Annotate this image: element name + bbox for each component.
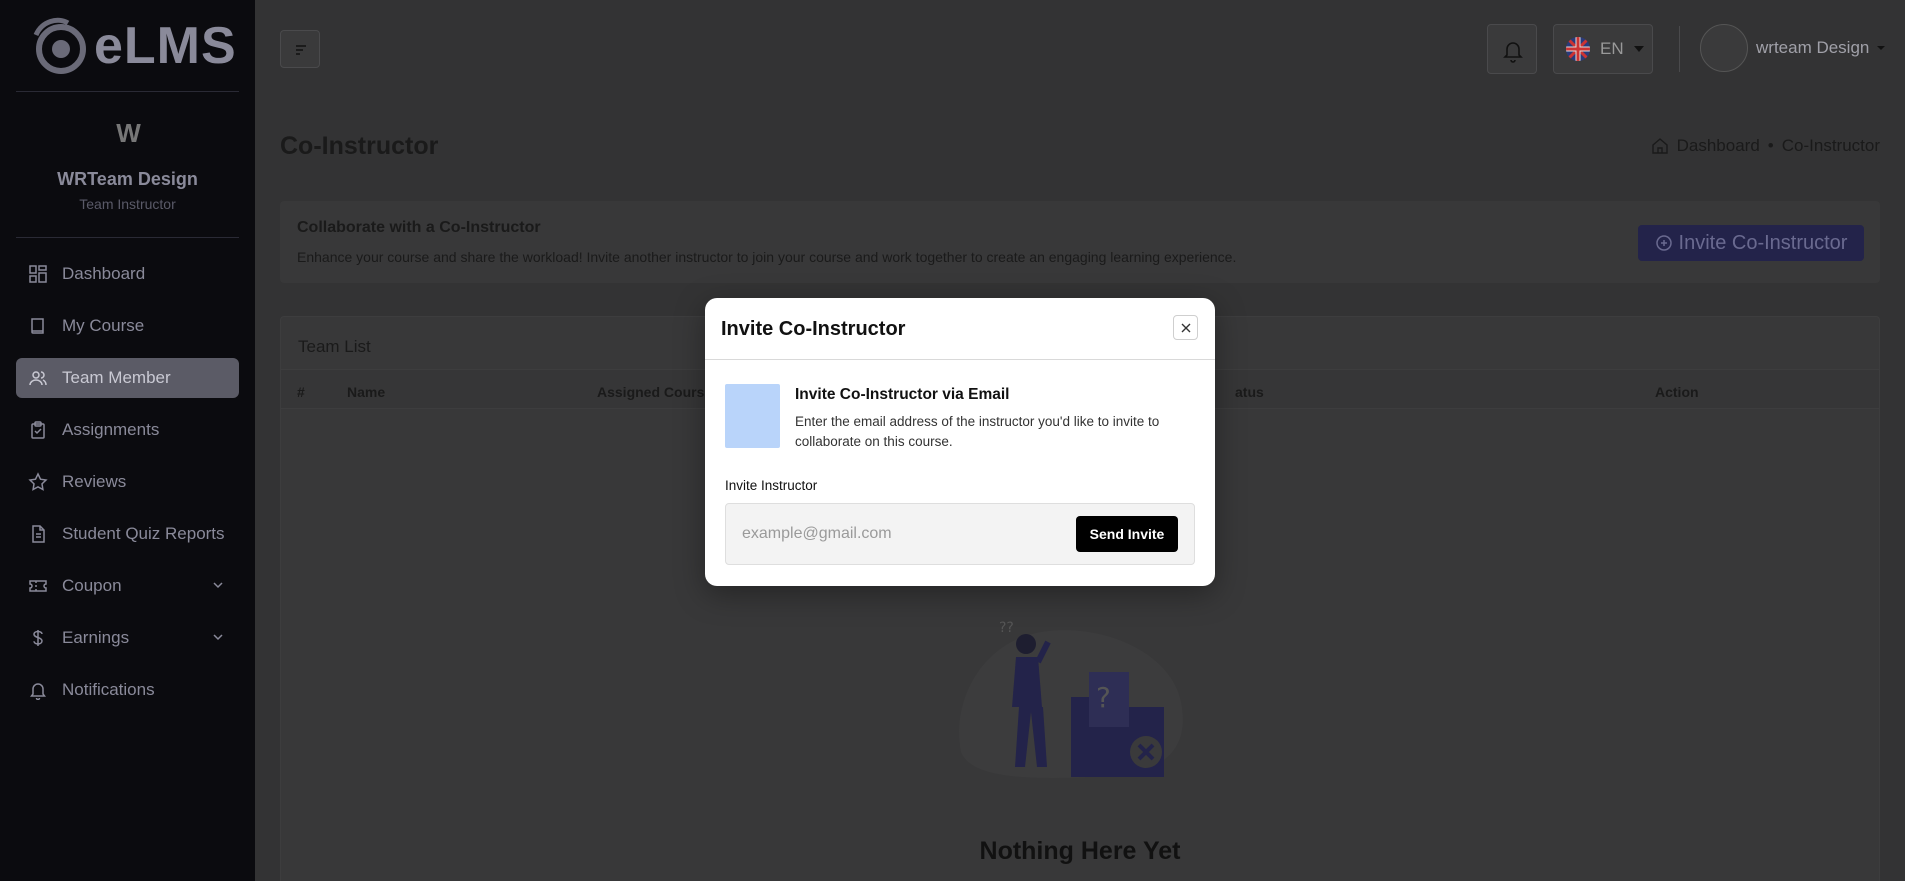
breadcrumb-current: Co-Instructor — [1781, 136, 1880, 155]
dollar-icon — [33, 630, 43, 646]
close-icon — [1181, 323, 1190, 332]
sidebar-item-assignments[interactable]: Assignments — [16, 410, 239, 450]
email-input[interactable] — [727, 505, 1047, 563]
info-description: Enter the email address of the instructo… — [795, 414, 1160, 449]
sidebar-nav: Dashboard My Course Team Member Assignme… — [0, 238, 255, 710]
sidebar-item-earnings[interactable]: Earnings — [16, 618, 239, 658]
collaborate-title: Collaborate with a Co-Instructor — [297, 219, 541, 236]
plus-circle-icon — [1655, 235, 1672, 251]
invite-co-instructor-modal: Invite Co-Instructor Invite Co-Instructo… — [705, 298, 1215, 586]
sidebar-item-label: Team Member — [62, 368, 171, 387]
empty-state-title: Nothing Here Yet — [979, 837, 1181, 865]
notifications-button[interactable] — [1487, 24, 1537, 74]
column-header-status: atus — [1235, 384, 1264, 400]
breadcrumb: Dashboard • Co-Instructor — [1651, 136, 1880, 156]
language-code: EN — [1600, 39, 1624, 58]
sidebar-item-label: Assignments — [62, 420, 160, 439]
profile-logo: W — [116, 118, 141, 148]
email-illustration — [725, 384, 780, 448]
modal-header: Invite Co-Instructor — [705, 298, 1215, 360]
sidebar-item-coupon[interactable]: Coupon — [16, 566, 239, 606]
caret-down-icon — [1633, 46, 1644, 52]
team-list-title: Team List — [298, 337, 371, 356]
topbar-divider — [1679, 26, 1680, 72]
sidebar: eLMS W WRTeam Design Team Instructor Das… — [0, 0, 255, 881]
home-icon — [1651, 138, 1668, 154]
breadcrumb-separator: • — [1767, 136, 1774, 155]
chevron-down-icon — [213, 582, 223, 589]
sidebar-item-label: Student Quiz Reports — [62, 524, 225, 543]
profile-name: WRTeam Design — [57, 169, 198, 189]
user-menu[interactable]: wrteam Design — [1700, 24, 1887, 72]
column-header-name: Name — [347, 384, 386, 400]
chevron-down-icon — [213, 634, 223, 641]
send-invite-button[interactable]: Send Invite — [1076, 516, 1178, 552]
sidebar-item-student-quiz-reports[interactable]: Student Quiz Reports — [16, 514, 239, 554]
email-field-group: Send Invite — [725, 503, 1195, 565]
star-icon — [28, 472, 48, 491]
sidebar-item-my-course[interactable]: My Course — [16, 306, 239, 346]
column-header-action: Action — [1655, 384, 1699, 400]
page-title: Co-Instructor — [280, 132, 439, 160]
uk-flag-icon — [1566, 37, 1590, 61]
invite-button-label: Invite Co-Instructor — [1678, 231, 1848, 254]
menu-toggle-button[interactable] — [280, 30, 320, 68]
grid-icon — [29, 265, 47, 283]
profile-role: Team Instructor — [79, 196, 176, 212]
menu-icon — [296, 45, 306, 55]
modal-body: Invite Co-Instructor via Email Enter the… — [705, 360, 1215, 586]
ticket-icon — [29, 580, 47, 592]
invite-instructor-label: Invite Instructor — [725, 478, 818, 493]
elms-logo-icon — [33, 17, 86, 74]
document-icon — [32, 525, 45, 543]
breadcrumb-home-link[interactable]: Dashboard — [1677, 136, 1760, 156]
clipboard-icon — [31, 421, 45, 439]
svg-text:??: ?? — [999, 620, 1014, 636]
sidebar-item-label: Reviews — [62, 472, 127, 491]
sidebar-item-team-member[interactable]: Team Member — [16, 358, 239, 398]
book-icon — [31, 318, 44, 334]
users-icon — [29, 371, 47, 386]
sidebar-item-notifications[interactable]: Notifications — [16, 670, 239, 710]
sidebar-item-label: Notifications — [62, 680, 155, 699]
modal-title: Invite Co-Instructor — [721, 318, 906, 340]
sidebar-item-label: Dashboard — [62, 264, 146, 283]
sidebar-item-reviews[interactable]: Reviews — [16, 462, 239, 502]
column-header-assigned-course: Assigned Cours — [597, 384, 705, 400]
collaborate-description: Enhance your course and share the worklo… — [297, 249, 1237, 265]
profile-card: W WRTeam Design Team Instructor — [16, 92, 239, 238]
topbar: EN wrteam Design — [255, 0, 1905, 98]
language-selector[interactable]: EN — [1553, 24, 1653, 74]
bell-icon — [30, 683, 46, 700]
sidebar-item-label: My Course — [62, 316, 145, 335]
sidebar-item-label: Earnings — [62, 628, 130, 647]
avatar — [1700, 24, 1748, 72]
bell-icon — [1503, 42, 1523, 63]
user-name: wrteam Design — [1756, 38, 1870, 57]
invite-co-instructor-button[interactable]: Invite Co-Instructor — [1638, 225, 1864, 261]
caret-down-icon — [1877, 46, 1886, 50]
sidebar-item-dashboard[interactable]: Dashboard — [16, 254, 239, 294]
column-header-index: # — [297, 384, 305, 400]
info-title: Invite Co-Instructor via Email — [795, 386, 1010, 403]
svg-text:?: ? — [1096, 681, 1111, 714]
modal-close-button[interactable] — [1173, 315, 1198, 340]
brand-name: eLMS — [94, 16, 237, 75]
sidebar-item-label: Coupon — [62, 576, 122, 595]
brand-logo[interactable]: eLMS — [16, 0, 239, 92]
empty-state-illustration: ?? ? — [959, 620, 1183, 778]
collaborate-card: Collaborate with a Co-Instructor Enhance… — [280, 201, 1880, 283]
